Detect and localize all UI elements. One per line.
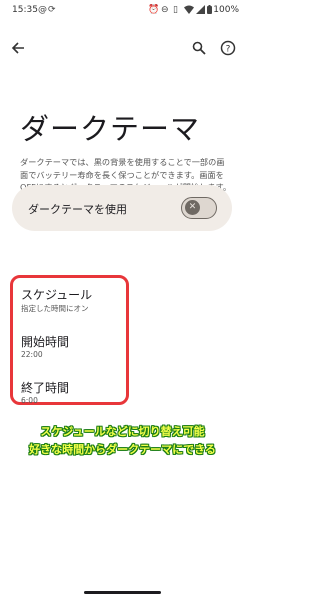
- status-bar: 15:35 @ ⟳ ⏰ ⊖ ▯ 100%: [0, 0, 245, 22]
- caption-line-2: 好きな時間からダークテーマにできる: [29, 443, 216, 456]
- schedule-title: スケジュール: [21, 288, 93, 302]
- alarm-icon: ⏰: [148, 5, 160, 15]
- svg-text:?: ?: [226, 45, 231, 55]
- caption-line-1: スケジュールなどに切り替え可能: [40, 425, 205, 438]
- battery-percent: 100%: [213, 5, 239, 15]
- at-sign-icon: @: [38, 5, 47, 15]
- schedule-highlight-box: スケジュール 指定した時間にオン 開始時間 22:00 終了時間 6:00: [10, 275, 129, 405]
- vibrate-icon: ▯: [173, 5, 178, 15]
- start-time-title: 開始時間: [21, 335, 70, 349]
- schedule-value: 指定した時間にオン: [21, 304, 89, 313]
- back-arrow-icon[interactable]: [7, 37, 29, 59]
- dark-theme-toggle-card[interactable]: ダークテーマを使用 ✕: [12, 185, 232, 231]
- end-time-title: 終了時間: [21, 381, 70, 395]
- close-icon: ✕: [185, 200, 200, 215]
- dark-theme-toggle-label: ダークテーマを使用: [28, 203, 127, 216]
- search-icon[interactable]: [188, 37, 210, 59]
- gesture-nav-handle[interactable]: [84, 591, 161, 594]
- start-time-value: 22:00: [21, 350, 43, 359]
- battery-icon: [207, 5, 212, 17]
- dark-theme-switch[interactable]: ✕: [181, 197, 217, 219]
- end-time-value: 6:00: [21, 396, 38, 405]
- page-title: ダークテーマ: [20, 112, 201, 146]
- help-icon[interactable]: ?: [217, 37, 239, 59]
- sync-icon: ⟳: [48, 5, 56, 15]
- signal-icon: [196, 5, 205, 17]
- wifi-icon: [184, 5, 194, 17]
- dnd-icon: ⊖: [161, 5, 169, 15]
- status-time: 15:35: [12, 5, 38, 15]
